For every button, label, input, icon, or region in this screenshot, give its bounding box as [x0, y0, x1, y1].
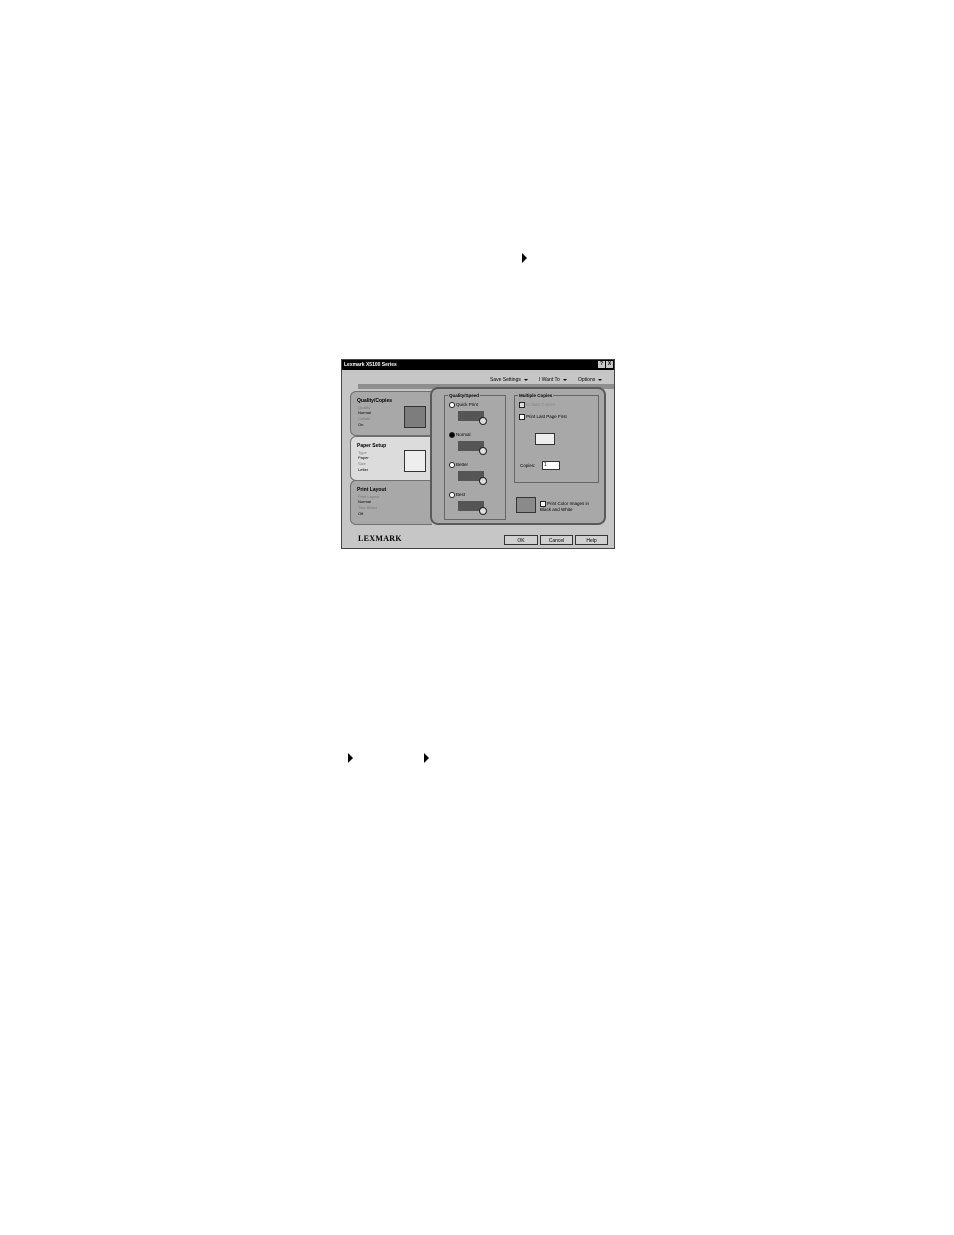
tab-label: Size: [358, 461, 366, 466]
menu-save-settings[interactable]: Save Settings: [490, 377, 528, 383]
tab-title: Quality/Copies: [357, 398, 393, 404]
clock-icon: [479, 447, 487, 455]
group-label: Multiple Copies: [518, 393, 554, 398]
radio-button[interactable]: [449, 402, 455, 408]
quality-thumbnail: [404, 406, 426, 428]
color-bw-icon: [516, 497, 536, 513]
arrow-icon: [348, 753, 353, 763]
title-bar: Lexmark X5100 Series ? X: [342, 360, 614, 370]
copies-stepper[interactable]: 1: [542, 461, 560, 470]
tab-title: Print Layout: [357, 487, 387, 493]
cancel-button[interactable]: Cancel: [540, 535, 573, 545]
checkbox[interactable]: [519, 414, 525, 420]
tab-quality-copies[interactable]: Quality/Copies Quality Normal Collate On: [350, 391, 432, 436]
help-icon[interactable]: ?: [598, 361, 605, 368]
ok-button[interactable]: OK: [504, 535, 538, 545]
arrow-icon: [424, 753, 429, 763]
radio-button[interactable]: [449, 492, 455, 498]
arrow-icon: [522, 253, 527, 263]
chevron-down-icon: [523, 378, 528, 381]
menu-i-want-to[interactable]: I Want To: [539, 377, 567, 383]
tab-label: Two-Sided: [358, 505, 377, 510]
group-label: Quality/Speed: [448, 393, 481, 398]
clock-icon: [479, 417, 487, 425]
tab-value: Off: [358, 511, 364, 516]
tab-value: Paper: [358, 455, 369, 460]
tab-value: Normal: [358, 410, 371, 415]
print-bw-checkbox[interactable]: Print Color Images in Black and White: [540, 501, 600, 512]
settings-panel: Quality/Speed Multiple Copies Quick Prin…: [430, 387, 606, 525]
checkbox[interactable]: [519, 402, 525, 408]
clock-icon: [479, 477, 487, 485]
dialog-title: Lexmark X5100 Series: [344, 362, 397, 368]
collate-checkbox[interactable]: Collate Copies: [519, 402, 555, 408]
collate-pages-icon: [535, 433, 555, 445]
close-icon[interactable]: X: [606, 361, 613, 368]
quality-option[interactable]: Quick Print: [449, 402, 478, 408]
tab-paper-setup[interactable]: Paper Setup Type Paper Size Letter: [350, 436, 432, 481]
tab-value: Letter: [358, 467, 369, 472]
tab-title: Paper Setup: [357, 443, 387, 449]
last-page-first-checkbox[interactable]: Print Last Page First: [519, 414, 567, 420]
chevron-down-icon: [562, 378, 567, 381]
clock-icon: [479, 507, 487, 515]
tab-print-layout[interactable]: Print Layout Print Layout Normal Two-Sid…: [350, 480, 432, 525]
print-dialog: Lexmark X5100 Series ? X Save Settings I…: [341, 359, 615, 549]
tab-value: On: [358, 422, 364, 427]
quality-option[interactable]: Best: [449, 492, 465, 498]
quality-option[interactable]: Normal: [449, 432, 471, 438]
copies-label: Copies:: [520, 463, 536, 468]
chevron-down-icon: [598, 378, 603, 381]
menu-options[interactable]: Options: [578, 377, 603, 383]
quality-option[interactable]: Better: [449, 462, 468, 468]
lexmark-logo: LEXMARK: [358, 534, 402, 543]
help-button[interactable]: Help: [575, 535, 608, 545]
radio-button[interactable]: [449, 462, 455, 468]
paper-icon: [404, 450, 426, 472]
radio-button[interactable]: [449, 432, 455, 438]
tab-value: Normal: [358, 499, 371, 504]
tab-label: Collate: [358, 416, 371, 421]
